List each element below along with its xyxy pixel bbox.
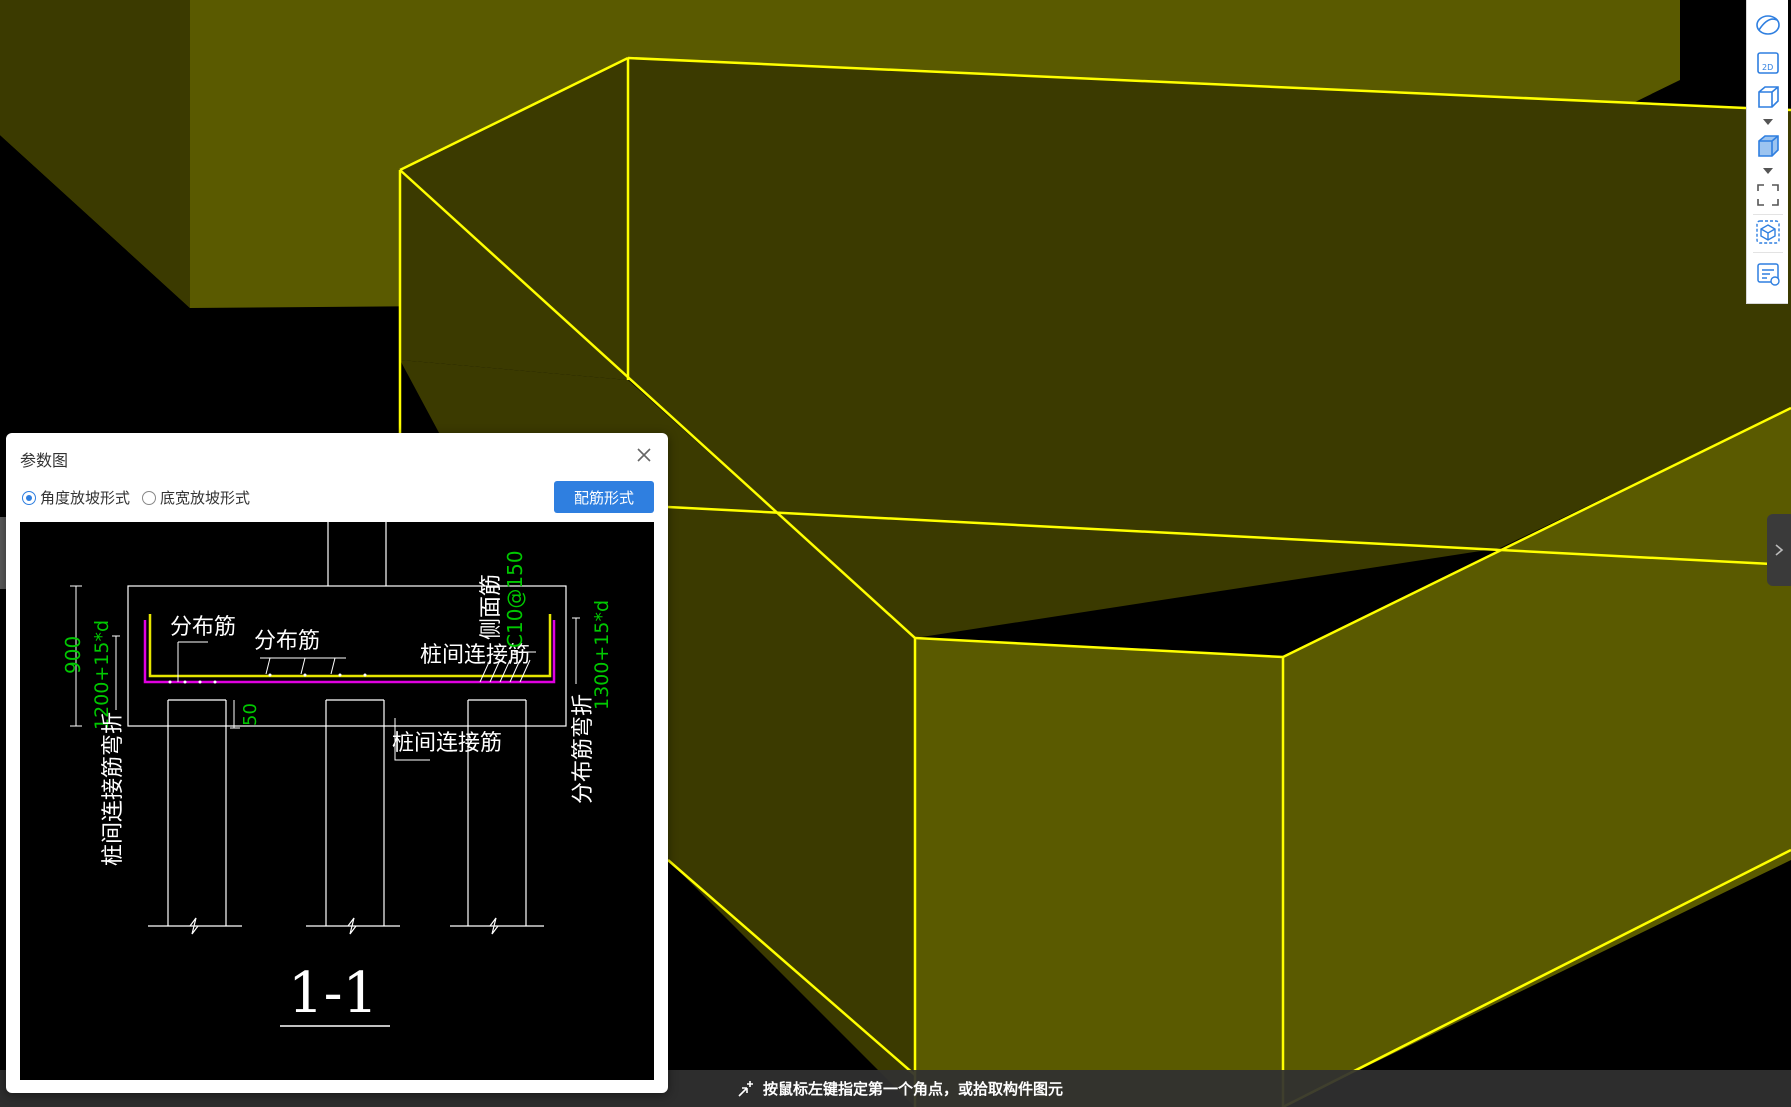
status-hint-text: 按鼠标左键指定第一个角点，或拾取构件图元 <box>763 1080 1064 1098</box>
toolbar-separator <box>1753 252 1783 253</box>
dropdown-caret-icon[interactable] <box>1761 167 1775 175</box>
section-diagram-panel: 分布筋 分布筋 桩间连接筋 桩间连接筋 侧面筋 C10@150 900 1200… <box>20 522 654 1080</box>
orbit-icon[interactable] <box>1755 12 1781 38</box>
view-2d-icon[interactable]: 2D <box>1755 50 1781 76</box>
section-diagram: 分布筋 分布筋 桩间连接筋 桩间连接筋 侧面筋 C10@150 900 1200… <box>61 522 613 1027</box>
radio-button-unchecked[interactable] <box>142 490 156 505</box>
label-side-face-bar: 侧面筋 <box>479 574 504 640</box>
label-left-vertical-bend: 桩间连接筋弯折 <box>101 712 126 866</box>
radio-bottom-width-slope[interactable]: 底宽放坡形式 <box>142 487 250 508</box>
cube-select-icon[interactable] <box>1755 219 1781 245</box>
column-outline <box>327 522 387 586</box>
chevron-right-icon <box>1775 544 1784 556</box>
dialog-title: 参数图 <box>20 451 69 470</box>
radio-bottom-width-slope-label: 底宽放坡形式 <box>160 489 251 507</box>
rebar-form-button[interactable]: 配筋形式 <box>554 481 654 513</box>
close-icon[interactable] <box>634 445 654 465</box>
dim-height-900: 900 <box>61 636 85 674</box>
label-distribution-bar-1: 分布筋 <box>170 615 236 640</box>
shaded-cube-icon[interactable] <box>1755 133 1781 159</box>
view-2d-label: 2D <box>1762 63 1773 72</box>
fullscreen-icon[interactable] <box>1755 182 1781 208</box>
property-list-icon[interactable] <box>1755 261 1781 287</box>
right-panel-expand-tab[interactable] <box>1767 514 1791 586</box>
label-distribution-bar-2: 分布筋 <box>254 629 320 654</box>
parameter-diagram-dialog: 参数图 角度放坡形式 底宽放坡形式 配筋形式 分布筋 分布筋 桩间连接筋 桩间连… <box>6 433 668 1093</box>
view-toolbar: 2D <box>1746 0 1788 304</box>
dim-right-bend-length: 1300+15*d <box>591 600 613 710</box>
radio-angle-slope-label: 角度放坡形式 <box>40 489 131 507</box>
radio-button-checked[interactable] <box>22 490 36 505</box>
section-title-1-1: 1-1 <box>288 961 378 1026</box>
view-3d-box-icon[interactable] <box>1755 84 1781 110</box>
label-pile-connection-bar-bottom: 桩间连接筋 <box>392 731 502 756</box>
label-side-face-spec: C10@150 <box>503 550 527 648</box>
radio-angle-slope[interactable]: 角度放坡形式 <box>22 487 130 508</box>
selected-block-front-face[interactable] <box>915 638 1283 1107</box>
label-right-vertical-bend: 分布筋弯折 <box>571 694 596 804</box>
dim-cover-50: 50 <box>240 703 261 726</box>
toolbar-separator <box>1753 214 1783 215</box>
pick-cursor-icon <box>738 1080 753 1097</box>
dropdown-caret-icon[interactable] <box>1761 118 1775 126</box>
